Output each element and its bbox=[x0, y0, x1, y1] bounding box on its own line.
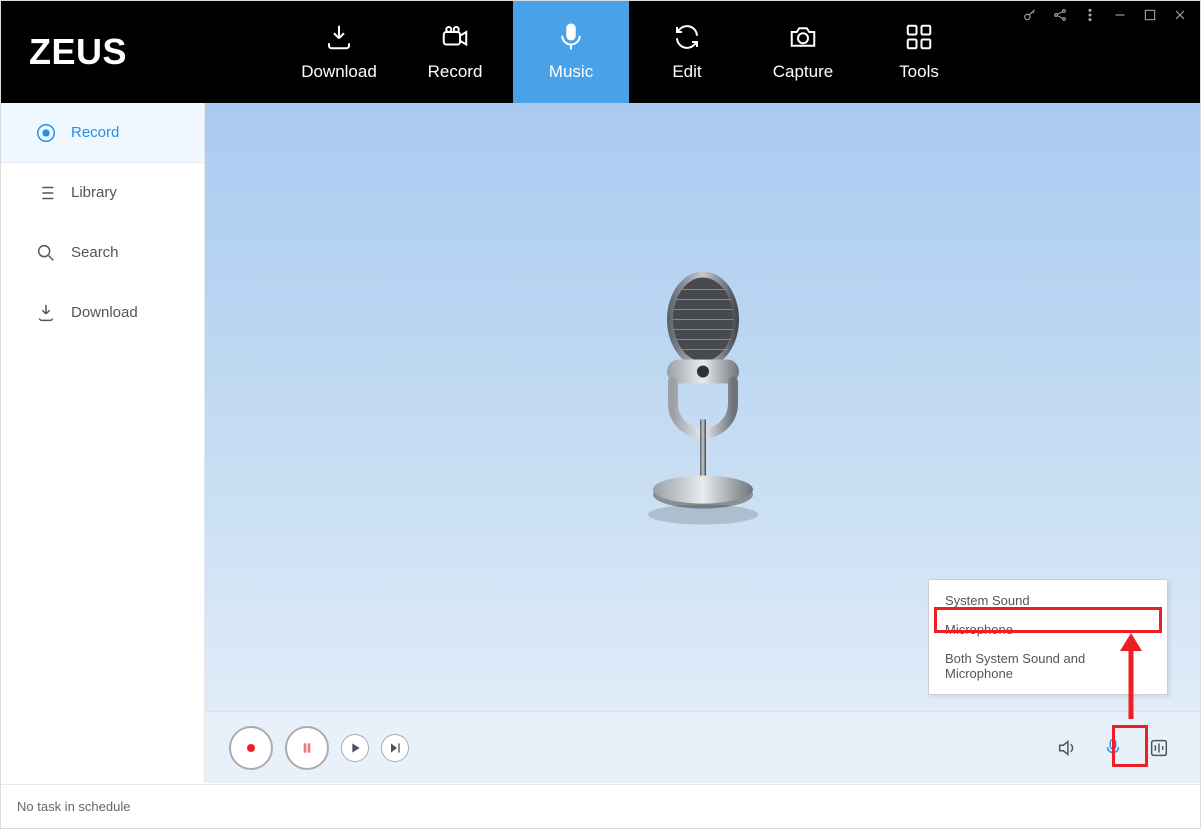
sidebar: Record Library Search Download bbox=[1, 103, 205, 783]
search-icon bbox=[35, 242, 57, 264]
status-text: No task in schedule bbox=[17, 799, 130, 814]
header-bar: ZEUS Download Record Music Edit Capture bbox=[1, 1, 1200, 103]
minimize-icon[interactable] bbox=[1112, 7, 1128, 23]
sidebar-item-label: Download bbox=[71, 304, 138, 321]
sidebar-item-label: Record bbox=[71, 124, 119, 141]
volume-button[interactable] bbox=[1050, 731, 1084, 765]
tab-capture[interactable]: Capture bbox=[745, 1, 861, 103]
tab-label: Download bbox=[301, 62, 377, 82]
app-window: ZEUS Download Record Music Edit Capture bbox=[0, 0, 1201, 829]
camera-icon bbox=[788, 22, 818, 52]
popup-item-both[interactable]: Both System Sound and Microphone bbox=[929, 644, 1167, 688]
more-icon[interactable] bbox=[1082, 7, 1098, 23]
tab-label: Tools bbox=[899, 62, 939, 82]
maximize-icon[interactable] bbox=[1142, 7, 1158, 23]
sidebar-item-label: Search bbox=[71, 244, 119, 261]
play-button[interactable] bbox=[341, 734, 369, 762]
close-icon[interactable] bbox=[1172, 7, 1188, 23]
status-bar: No task in schedule bbox=[1, 784, 1200, 828]
radio-selected-icon bbox=[35, 122, 57, 144]
tab-music[interactable]: Music bbox=[513, 1, 629, 103]
tab-label: Record bbox=[428, 62, 483, 82]
popup-item-system-sound[interactable]: System Sound bbox=[929, 586, 1167, 615]
key-icon[interactable] bbox=[1022, 7, 1038, 23]
next-button[interactable] bbox=[381, 734, 409, 762]
popup-item-microphone[interactable]: Microphone bbox=[929, 615, 1167, 644]
microphone-icon bbox=[556, 22, 586, 52]
window-controls bbox=[1022, 7, 1188, 23]
record-button[interactable] bbox=[229, 726, 273, 770]
download-small-icon bbox=[35, 302, 57, 324]
tab-label: Music bbox=[549, 62, 593, 82]
tab-label: Capture bbox=[773, 62, 833, 82]
camcorder-icon bbox=[440, 22, 470, 52]
apps-grid-icon bbox=[904, 22, 934, 52]
tab-tools[interactable]: Tools bbox=[861, 1, 977, 103]
settings-button[interactable] bbox=[1142, 731, 1176, 765]
record-canvas: System Sound Microphone Both System Soun… bbox=[205, 103, 1200, 783]
sidebar-item-search[interactable]: Search bbox=[1, 223, 204, 283]
tab-record[interactable]: Record bbox=[397, 1, 513, 103]
sidebar-item-label: Library bbox=[71, 184, 117, 201]
audio-source-popup: System Sound Microphone Both System Soun… bbox=[928, 579, 1168, 695]
app-logo: ZEUS bbox=[1, 1, 281, 103]
microphone-illustration bbox=[628, 270, 778, 535]
tab-edit[interactable]: Edit bbox=[629, 1, 745, 103]
share-icon[interactable] bbox=[1052, 7, 1068, 23]
audio-source-button[interactable] bbox=[1096, 731, 1130, 765]
list-icon bbox=[35, 182, 57, 204]
sidebar-item-library[interactable]: Library bbox=[1, 163, 204, 223]
playback-bar bbox=[205, 711, 1200, 783]
sidebar-item-download[interactable]: Download bbox=[1, 283, 204, 343]
tab-label: Edit bbox=[672, 62, 701, 82]
pause-button[interactable] bbox=[285, 726, 329, 770]
sidebar-item-record[interactable]: Record bbox=[1, 103, 204, 163]
tab-download[interactable]: Download bbox=[281, 1, 397, 103]
app-body: Record Library Search Download bbox=[1, 103, 1200, 783]
refresh-icon bbox=[672, 22, 702, 52]
download-icon bbox=[324, 22, 354, 52]
